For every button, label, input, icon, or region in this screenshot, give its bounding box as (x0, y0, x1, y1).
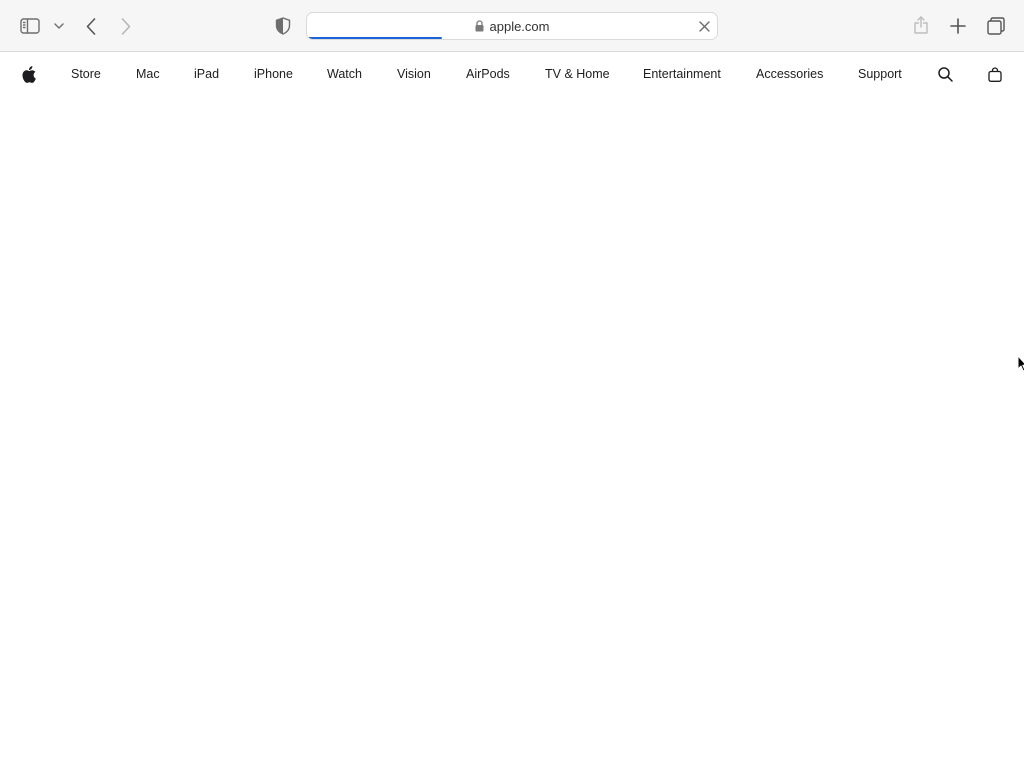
sidebar-icon[interactable] (19, 15, 41, 37)
nav-item-airpods[interactable]: AirPods (466, 53, 510, 95)
url-text: apple.com (489, 18, 550, 34)
nav-item-vision[interactable]: Vision (397, 53, 431, 95)
lock-icon (475, 20, 484, 32)
nav-item-watch[interactable]: Watch (327, 53, 362, 95)
shield-icon[interactable] (273, 16, 293, 36)
page-content (0, 95, 1024, 768)
nav-item-iphone[interactable]: iPhone (254, 53, 293, 95)
search-icon[interactable] (936, 53, 954, 95)
page-load-progress (307, 37, 717, 39)
page-load-progress-fill (307, 37, 443, 39)
nav-item-tv-home[interactable]: TV & Home (545, 53, 610, 95)
nav-item-store[interactable]: Store (71, 53, 101, 95)
mouse-cursor-icon (1017, 355, 1024, 377)
address-bar[interactable]: apple.com (306, 12, 718, 40)
chevron-left-icon[interactable] (82, 14, 100, 38)
tabs-overview-icon[interactable] (985, 15, 1007, 37)
global-nav: Store Mac iPad iPhone Watch Vision AirPo… (0, 53, 1024, 95)
nav-item-mac[interactable]: Mac (136, 53, 160, 95)
nav-item-accessories[interactable]: Accessories (756, 53, 823, 95)
share-icon[interactable] (911, 14, 931, 36)
nav-item-ipad[interactable]: iPad (194, 53, 219, 95)
close-icon[interactable] (697, 19, 711, 33)
plus-icon[interactable] (947, 15, 969, 37)
chevron-down-icon[interactable] (52, 19, 66, 33)
nav-item-support[interactable]: Support (858, 53, 902, 95)
apple-logo-icon[interactable] (20, 53, 38, 95)
chevron-right-icon[interactable] (117, 14, 135, 38)
browser-toolbar: apple.com (0, 0, 1024, 52)
nav-item-entertainment[interactable]: Entertainment (643, 53, 721, 95)
bag-icon[interactable] (986, 53, 1004, 95)
address-display: apple.com (307, 13, 717, 39)
